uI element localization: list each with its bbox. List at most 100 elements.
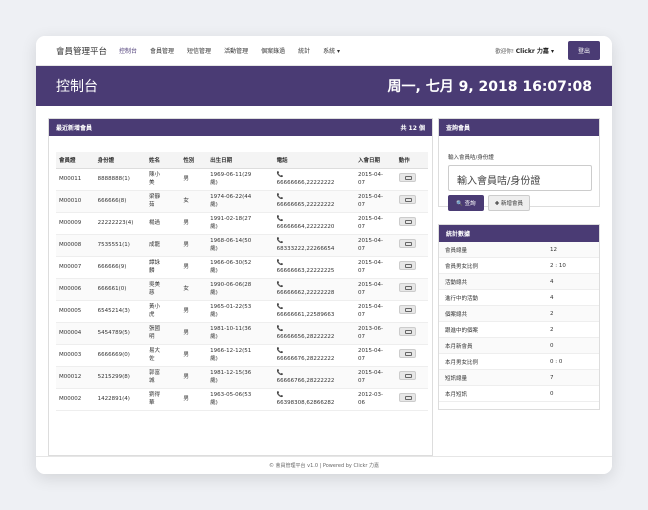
phone-icon: 📞: [276, 348, 284, 355]
stat-value: 4: [550, 278, 554, 285]
member-count: 共 12 個: [400, 125, 425, 132]
idcard-cell: 1422891(4): [94, 388, 147, 411]
name-cell: 吳美 慈: [146, 278, 181, 301]
member-id-cell: M00012: [56, 366, 95, 389]
idcard-cell: 22222223(4): [94, 212, 147, 235]
gender-cell: 男: [180, 322, 208, 345]
stat-value: 4: [550, 294, 554, 301]
welcome-text: 歡迎你!: [495, 49, 515, 55]
open-member-button[interactable]: [398, 305, 416, 315]
nav-cases[interactable]: 個案錄過: [261, 46, 285, 55]
birth-cell: 1968-06-14(50 歲): [207, 234, 274, 257]
nav-stats[interactable]: 統計: [298, 46, 310, 55]
folder-icon: [404, 198, 412, 203]
table-row: M00007 666666(9) 譚詠 麟男 1966-06-30(52 歲) 📞 666…: [56, 256, 428, 279]
join-date-cell: 2015-04- 07: [355, 234, 396, 257]
phone-text: 66666676,28222222: [276, 355, 335, 362]
stat-row: 會員男女比例 2 : 10: [439, 258, 599, 274]
nav-members[interactable]: 會員管理: [150, 46, 174, 55]
phone-cell: 📞 66666661,22589663: [273, 300, 356, 323]
gender-cell: 男: [180, 366, 208, 389]
gender-cell: 男: [180, 344, 208, 367]
idcard-cell: 666661(0): [94, 278, 147, 301]
action-cell: [395, 322, 428, 345]
query-member-header: 查詢會員: [439, 119, 599, 136]
user-menu[interactable]: 歡迎你! Clickr 力嘉 ▾: [495, 46, 554, 55]
phone-cell: 📞 68333222,22266654: [273, 234, 356, 257]
open-member-button[interactable]: [398, 217, 416, 227]
add-member-button[interactable]: ✚ 新增會員: [487, 195, 530, 211]
stat-row: 進行中的活動 4: [439, 290, 599, 306]
folder-icon: [404, 176, 412, 181]
phone-cell: 📞 66666656,28222222: [273, 322, 356, 345]
open-member-button[interactable]: [398, 261, 416, 271]
phone-cell: 📞 66666665,22222222: [273, 190, 356, 213]
birth-cell: 1981-10-11(36 歲): [207, 322, 274, 345]
open-member-button[interactable]: [398, 371, 416, 381]
member-id-cell: M00003: [56, 344, 95, 367]
action-cell: [395, 300, 428, 323]
main-content: 最近新增會員 共 12 個 會員證 身份證 姓名 性別 出生日期 電話 入會日期…: [36, 106, 612, 456]
nav-events[interactable]: 活動管理: [224, 46, 248, 55]
stat-value: 7: [550, 374, 554, 381]
phone-icon: 📞: [276, 304, 284, 311]
nav-system-dropdown[interactable]: 系統 ▾: [323, 46, 340, 55]
join-date-cell: 2015-04- 07: [355, 190, 396, 213]
stat-row: 跟進中的個案 2: [439, 322, 599, 338]
search-button[interactable]: 🔍 查詢: [448, 195, 484, 211]
recent-members-title: 最近新增會員: [56, 125, 93, 132]
brand-title[interactable]: 會員管理平台: [56, 45, 107, 57]
stat-value: 2 : 10: [550, 262, 566, 269]
name-cell: 黃小 虎: [146, 300, 181, 323]
gender-cell: 男: [180, 300, 208, 323]
stat-label: 短訊總量: [445, 375, 468, 382]
name-cell: 梁靜 茹: [146, 190, 181, 213]
join-date-cell: 2015-04- 07: [355, 278, 396, 301]
member-search-input[interactable]: 輸入會員咭/身份證: [448, 165, 592, 191]
phone-icon: 📞: [276, 172, 284, 179]
col-name: 姓名: [146, 152, 181, 169]
folder-icon: [404, 330, 412, 335]
stat-row: 個案總共 2: [439, 306, 599, 322]
birth-cell: 1969-06-11(29 歲): [207, 168, 274, 191]
join-date-cell: 2015-04- 07: [355, 366, 396, 389]
logout-button[interactable]: 登出: [567, 41, 600, 60]
phone-cell: 📞 66666766,28222222: [273, 366, 356, 389]
join-date-cell: 2015-04- 07: [355, 300, 396, 323]
member-id-cell: M00006: [56, 278, 95, 301]
table-row: M00005 6545214(3) 黃小 虎男 1965-01-22(53 歲) 📞 66…: [56, 300, 428, 323]
stat-label: 活動總共: [445, 279, 468, 286]
table-row: M00008 7535551(1) 成龍男 1968-06-14(50 歲) 📞 6833…: [56, 234, 428, 257]
gender-cell: 女: [180, 190, 208, 213]
nav-dashboard[interactable]: 控制台: [119, 46, 137, 55]
table-row: M00010 666666(8) 梁靜 茹女 1974-06-22(44 歲) 📞 666…: [56, 190, 428, 213]
phone-cell: 📞 66666666,22222222: [273, 168, 356, 191]
phone-text: 66666656,28222222: [276, 333, 335, 340]
stat-row: 本月男女比例 0 : 0: [439, 354, 599, 370]
open-member-button[interactable]: [398, 283, 416, 293]
idcard-cell: 666666(8): [94, 190, 147, 213]
nav-sms[interactable]: 短信管理: [187, 46, 211, 55]
folder-icon: [404, 286, 412, 291]
open-member-button[interactable]: [398, 195, 416, 205]
phone-icon: 📞: [276, 194, 284, 201]
open-member-button[interactable]: [398, 239, 416, 249]
name-cell: 陳小 美: [146, 168, 181, 191]
member-id-cell: M00002: [56, 388, 95, 411]
page-title: 控制台: [56, 79, 98, 95]
phone-text: 66398308,62866282: [276, 399, 335, 406]
open-member-button[interactable]: [398, 349, 416, 359]
phone-cell: 📞 66666662,22222228: [273, 278, 356, 301]
phone-icon: 📞: [276, 216, 284, 223]
action-cell: [395, 168, 428, 191]
user-name[interactable]: Clickr 力嘉 ▾: [516, 48, 554, 55]
join-date-cell: 2012-03- 06: [355, 388, 396, 411]
open-member-button[interactable]: [398, 327, 416, 337]
gender-cell: 男: [180, 168, 208, 191]
stat-label: 本月新會員: [445, 343, 473, 350]
open-member-button[interactable]: [398, 393, 416, 403]
open-member-button[interactable]: [398, 173, 416, 183]
phone-cell: 📞 66398308,62866282: [273, 388, 356, 411]
action-cell: [395, 190, 428, 213]
idcard-cell: 8888888(1): [94, 168, 147, 191]
